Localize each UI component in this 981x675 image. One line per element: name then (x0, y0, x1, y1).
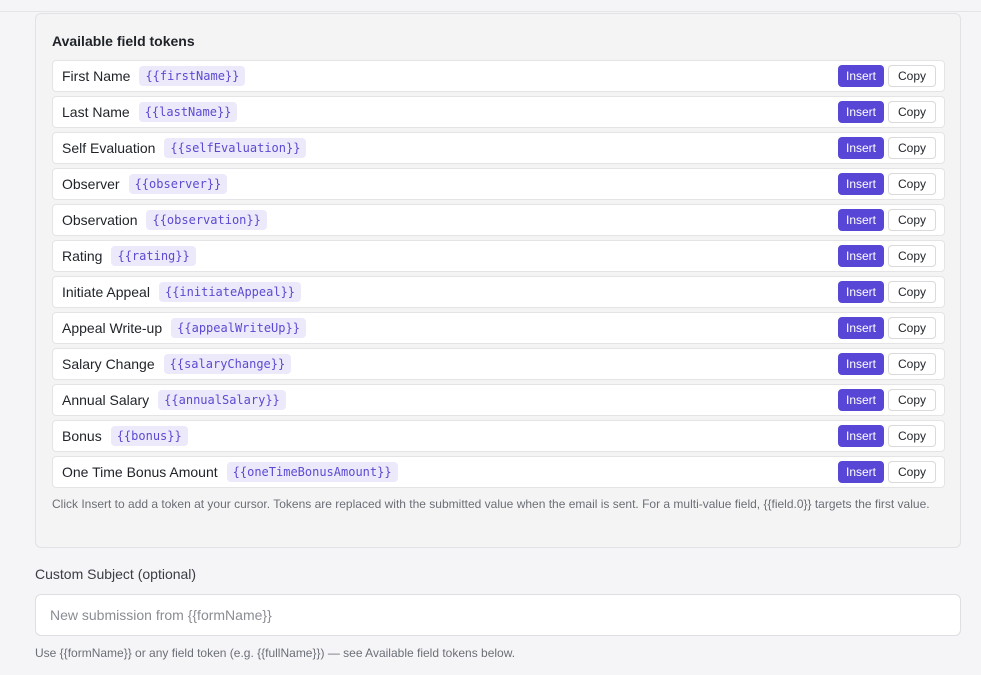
copy-button[interactable]: Copy (888, 65, 936, 87)
token-row: Appeal Write-up {{appealWriteUp}} Insert… (52, 312, 945, 344)
token-label: Rating (62, 248, 103, 264)
insert-button[interactable]: Insert (837, 389, 884, 411)
token-chip: {{initiateAppeal}} (158, 282, 302, 302)
token-chip: {{bonus}} (110, 426, 188, 446)
top-divider (0, 11, 981, 12)
token-chip: {{annualSalary}} (158, 390, 286, 410)
token-chip: {{rating}} (111, 246, 196, 266)
insert-button[interactable]: Insert (837, 425, 884, 447)
copy-button[interactable]: Copy (888, 281, 936, 303)
token-row: Self Evaluation {{selfEvaluation}} Inser… (52, 132, 945, 164)
copy-button[interactable]: Copy (888, 137, 936, 159)
insert-button[interactable]: Insert (837, 137, 884, 159)
token-label: One Time Bonus Amount (62, 464, 218, 480)
token-label: Observation (62, 212, 138, 228)
copy-button[interactable]: Copy (888, 317, 936, 339)
token-label: Self Evaluation (62, 140, 156, 156)
token-row: Rating {{rating}} Insert Copy (52, 240, 945, 272)
token-list: First Name {{firstName}} Insert Copy Las… (52, 60, 945, 492)
token-chip: {{observer}} (128, 174, 228, 194)
custom-subject-label: Custom Subject (optional) (35, 566, 197, 582)
token-row: Observation {{observation}} Insert Copy (52, 204, 945, 236)
token-chip: {{lastName}} (138, 102, 238, 122)
tokens-help-text: Click Insert to add a token at your curs… (52, 497, 930, 511)
copy-button[interactable]: Copy (888, 209, 936, 231)
token-label: Bonus (62, 428, 102, 444)
token-label: Initiate Appeal (62, 284, 150, 300)
custom-subject-input[interactable] (35, 594, 961, 636)
token-label: Observer (62, 176, 120, 192)
insert-button[interactable]: Insert (837, 101, 884, 123)
token-chip: {{selfEvaluation}} (164, 138, 307, 158)
token-row: Observer {{observer}} Insert Copy (52, 168, 945, 200)
token-label: Appeal Write-up (62, 320, 163, 336)
custom-subject-help-text: Use {{formName}} or any field token (e.g… (35, 646, 516, 660)
copy-button[interactable]: Copy (888, 425, 936, 447)
token-row: First Name {{firstName}} Insert Copy (52, 60, 945, 92)
insert-button[interactable]: Insert (837, 281, 884, 303)
token-label: Last Name (62, 104, 130, 120)
token-label: Annual Salary (62, 392, 150, 408)
token-row: One Time Bonus Amount {{oneTimeBonusAmou… (52, 456, 945, 488)
token-chip: {{oneTimeBonusAmount}} (226, 462, 398, 482)
available-field-tokens-panel: Available field tokens First Name {{firs… (35, 13, 961, 548)
token-chip: {{appealWriteUp}} (171, 318, 306, 338)
insert-button[interactable]: Insert (837, 173, 884, 195)
copy-button[interactable]: Copy (888, 101, 936, 123)
token-row: Bonus {{bonus}} Insert Copy (52, 420, 945, 452)
insert-button[interactable]: Insert (837, 461, 884, 483)
token-row: Salary Change {{salaryChange}} Insert Co… (52, 348, 945, 380)
insert-button[interactable]: Insert (837, 245, 884, 267)
token-label: First Name (62, 68, 131, 84)
insert-button[interactable]: Insert (837, 209, 884, 231)
token-row: Initiate Appeal {{initiateAppeal}} Inser… (52, 276, 945, 308)
token-row: Annual Salary {{annualSalary}} Insert Co… (52, 384, 945, 416)
copy-button[interactable]: Copy (888, 245, 936, 267)
token-chip: {{observation}} (146, 210, 267, 230)
token-row: Last Name {{lastName}} Insert Copy (52, 96, 945, 128)
copy-button[interactable]: Copy (888, 173, 936, 195)
copy-button[interactable]: Copy (888, 461, 936, 483)
insert-button[interactable]: Insert (837, 317, 884, 339)
copy-button[interactable]: Copy (888, 389, 936, 411)
insert-button[interactable]: Insert (837, 353, 884, 375)
panel-title: Available field tokens (52, 33, 195, 49)
token-chip: {{salaryChange}} (163, 354, 292, 374)
token-label: Salary Change (62, 356, 155, 372)
insert-button[interactable]: Insert (837, 65, 884, 87)
token-chip: {{firstName}} (139, 66, 246, 86)
copy-button[interactable]: Copy (888, 353, 936, 375)
